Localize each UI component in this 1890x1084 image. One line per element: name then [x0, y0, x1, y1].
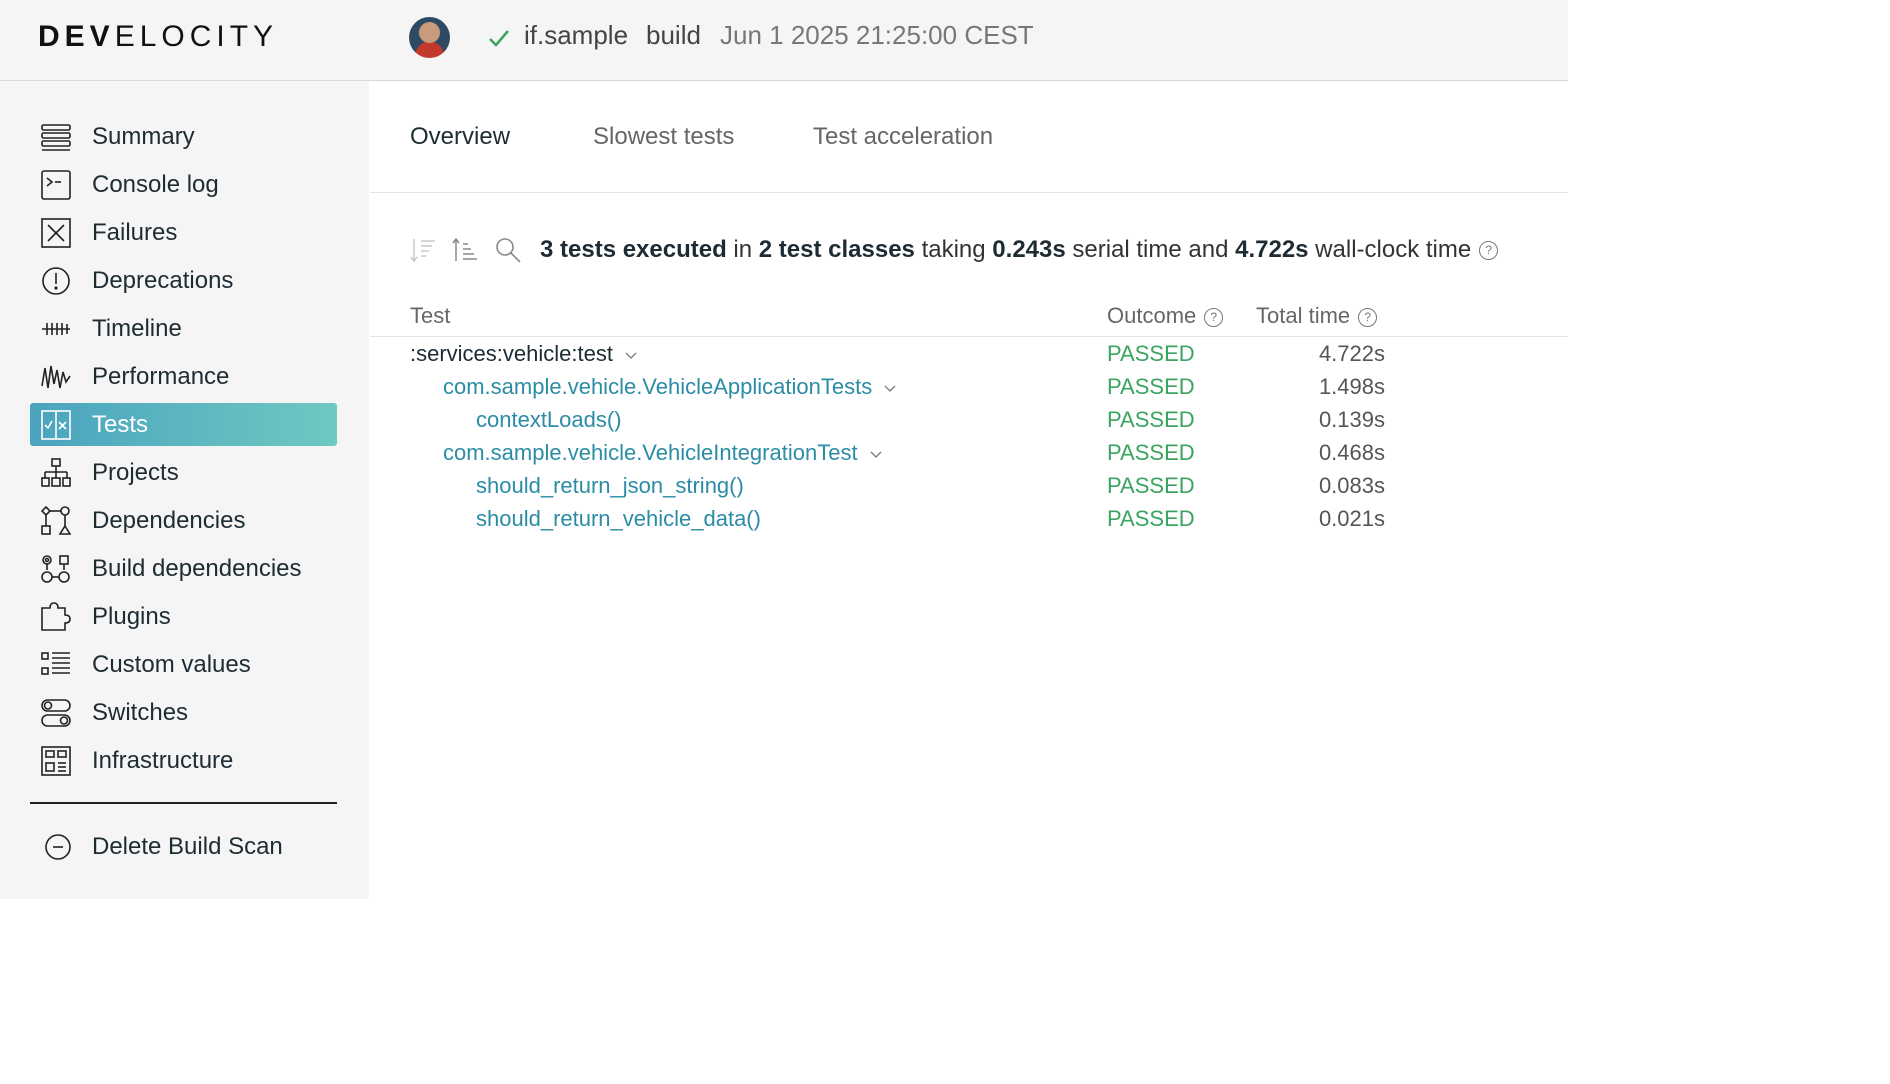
test-summary: 3 tests executed in 2 test classes takin…: [410, 232, 1560, 268]
sidebar-item-build-dependencies[interactable]: Build dependencies: [30, 547, 337, 590]
total-time: 1.498s: [1318, 374, 1385, 399]
chevron-down-icon[interactable]: [625, 349, 637, 361]
table-row[interactable]: contextLoads() PASSED 0.139s: [0, 405, 1568, 438]
test-task-name[interactable]: :services:vehicle:test: [410, 341, 637, 367]
test-class-link[interactable]: com.sample.vehicle.VehicleIntegrationTes…: [443, 440, 882, 466]
sidebar-item-label: Infrastructure: [92, 746, 234, 774]
sidebar-item-infrastructure[interactable]: Infrastructure: [30, 739, 337, 782]
outcome-passed: PASSED: [1107, 473, 1195, 498]
sidebar-item-label: Plugins: [92, 602, 171, 630]
sidebar-item-plugins[interactable]: Plugins: [30, 595, 337, 638]
infrastructure-icon: [40, 745, 72, 777]
outcome-passed: PASSED: [1107, 341, 1195, 366]
sidebar-item-label: Summary: [92, 122, 195, 150]
minus-circle-icon: [40, 831, 72, 863]
outcome-passed: PASSED: [1107, 407, 1195, 432]
sidebar-item-summary[interactable]: Summary: [30, 115, 337, 158]
total-time: 0.468s: [1318, 440, 1385, 465]
summary-text: 3 tests executed in 2 test classes takin…: [540, 236, 1499, 264]
sort-ascending-icon[interactable]: [452, 236, 480, 264]
test-class-link[interactable]: com.sample.vehicle.VehicleApplicationTes…: [443, 374, 896, 400]
top-header: DEVELOCITY if.sample build Jun 1 2025 21…: [0, 0, 1568, 81]
develocity-logo[interactable]: DEVELOCITY: [38, 20, 278, 54]
help-icon[interactable]: ?: [1358, 307, 1378, 327]
build-dependencies-icon: [40, 553, 72, 585]
terminal-icon: [40, 169, 72, 201]
total-time: 0.083s: [1318, 473, 1385, 498]
list-icon: [40, 121, 72, 153]
build-project: if.sample: [524, 20, 629, 50]
help-icon[interactable]: ?: [1204, 307, 1224, 327]
exclamation-icon: [40, 265, 72, 297]
column-header-total-time-label: Total time: [1256, 303, 1351, 328]
build-timestamp: Jun 1 2025 21:25:00 CEST: [720, 20, 1034, 50]
test-name-label: :services:vehicle:test: [410, 341, 613, 366]
puzzle-icon: [40, 601, 72, 633]
summary-connector: wall-clock time: [1308, 236, 1472, 263]
avatar[interactable]: [409, 17, 450, 58]
sidebar-item-label: Custom values: [92, 650, 251, 678]
chevron-down-icon[interactable]: [884, 382, 896, 394]
sidebar-item-failures[interactable]: Failures: [30, 211, 337, 254]
sidebar-item-label: Build dependencies: [92, 554, 302, 582]
help-icon[interactable]: ?: [1479, 241, 1499, 261]
build-task: build: [646, 20, 701, 50]
summary-connector: taking: [914, 236, 993, 263]
toggle-icon: [40, 697, 72, 729]
outcome-passed: PASSED: [1107, 506, 1195, 531]
table-row[interactable]: com.sample.vehicle.VehicleIntegrationTes…: [0, 438, 1568, 471]
total-time: 0.139s: [1318, 407, 1385, 432]
tab-slowest-tests[interactable]: Slowest tests: [593, 123, 734, 151]
tests-table-header: Test Outcome? Total time?: [370, 298, 1568, 337]
test-name-label: com.sample.vehicle.VehicleApplicationTes…: [443, 374, 873, 399]
chevron-down-icon[interactable]: [870, 448, 882, 460]
sidebar-item-custom-values[interactable]: Custom values: [30, 643, 337, 686]
test-method-link[interactable]: contextLoads(): [476, 407, 622, 433]
column-header-total-time[interactable]: Total time?: [1256, 303, 1378, 329]
x-box-icon: [40, 217, 72, 249]
search-icon[interactable]: [494, 236, 522, 264]
table-row[interactable]: should_return_vehicle_data() PASSED 0.02…: [0, 504, 1568, 537]
sidebar-item-switches[interactable]: Switches: [30, 691, 337, 734]
sidebar-item-label: Console log: [92, 170, 219, 198]
test-name-label: com.sample.vehicle.VehicleIntegrationTes…: [443, 440, 858, 465]
table-row[interactable]: should_return_json_string() PASSED 0.083…: [0, 471, 1568, 504]
serial-time: 0.243s: [992, 236, 1066, 263]
table-row[interactable]: :services:vehicle:test PASSED 4.722s: [0, 339, 1568, 372]
table-row[interactable]: com.sample.vehicle.VehicleApplicationTes…: [0, 372, 1568, 405]
sort-descending-icon[interactable]: [410, 236, 438, 264]
classes-count: 2 test classes: [758, 236, 915, 263]
delete-build-scan-label: Delete Build Scan: [92, 832, 283, 860]
summary-connector: in: [726, 236, 759, 263]
tests-count: 3 tests executed: [540, 236, 727, 263]
column-header-outcome-label: Outcome: [1107, 303, 1197, 328]
test-method-link[interactable]: should_return_vehicle_data(): [476, 506, 761, 532]
custom-values-icon: [40, 649, 72, 681]
tab-bar: Overview Slowest tests Test acceleration: [370, 81, 1568, 193]
wall-clock-time: 4.722s: [1235, 236, 1309, 263]
outcome-passed: PASSED: [1107, 374, 1195, 399]
outcome-passed: PASSED: [1107, 440, 1195, 465]
tab-test-acceleration[interactable]: Test acceleration: [813, 123, 993, 151]
summary-connector: serial time and: [1065, 236, 1236, 263]
column-header-test: Test: [410, 303, 451, 328]
sidebar-item-label: Failures: [92, 218, 178, 246]
sidebar-item-label: Deprecations: [92, 266, 234, 294]
column-header-outcome[interactable]: Outcome?: [1107, 303, 1224, 329]
total-time: 4.722s: [1318, 341, 1385, 366]
sidebar-divider: [30, 802, 337, 804]
sidebar-item-deprecations[interactable]: Deprecations: [30, 259, 337, 302]
sidebar-item-label: Switches: [92, 698, 189, 726]
delete-build-scan-button[interactable]: Delete Build Scan: [30, 825, 337, 868]
tab-overview[interactable]: Overview: [410, 123, 510, 151]
sidebar-item-console-log[interactable]: Console log: [30, 163, 337, 206]
total-time: 0.021s: [1318, 506, 1385, 531]
check-icon: [489, 30, 509, 47]
test-method-link[interactable]: should_return_json_string(): [476, 473, 744, 499]
